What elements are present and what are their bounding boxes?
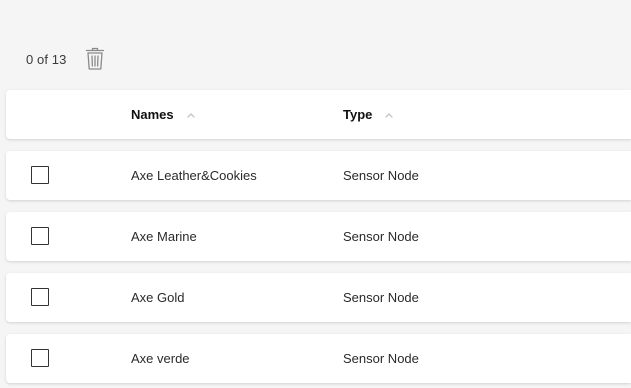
table-row[interactable]: Axe Gold Sensor Node: [6, 273, 631, 322]
name-cell: Axe verde: [131, 334, 190, 383]
name-cell: Axe Gold: [131, 273, 184, 322]
table-header: Names Type: [6, 90, 631, 139]
table-row[interactable]: Axe Leather&Cookies Sensor Node: [6, 151, 631, 200]
trash-icon: [86, 47, 105, 70]
device-name: Axe Gold: [131, 290, 185, 305]
type-cell: Sensor Node: [343, 151, 419, 200]
type-cell: Sensor Node: [343, 334, 419, 383]
type-cell: Sensor Node: [343, 273, 419, 322]
device-name: Axe Leather&Cookies: [131, 168, 257, 183]
table-row[interactable]: Axe Marine Sensor Node: [6, 212, 631, 261]
device-name: Axe Marine: [131, 229, 197, 244]
device-type: Sensor Node: [343, 351, 419, 366]
selection-count: 0 of 13: [26, 51, 67, 67]
name-cell: Axe Marine: [131, 212, 197, 261]
table-toolbar: 0 of 13: [26, 44, 106, 74]
row-checkbox[interactable]: [31, 227, 49, 245]
column-header-type[interactable]: Type: [343, 90, 394, 139]
name-cell: Axe Leather&Cookies: [131, 151, 257, 200]
device-type: Sensor Node: [343, 168, 419, 183]
column-header-label[interactable]: Type: [343, 107, 372, 122]
device-type: Sensor Node: [343, 229, 419, 244]
device-name: Axe verde: [131, 351, 190, 366]
chevron-up-icon[interactable]: [384, 110, 394, 120]
row-checkbox[interactable]: [31, 166, 49, 184]
table-row[interactable]: Axe verde Sensor Node: [6, 334, 631, 383]
column-header-label[interactable]: Names: [131, 107, 174, 122]
type-cell: Sensor Node: [343, 212, 419, 261]
chevron-up-icon[interactable]: [186, 110, 196, 120]
device-type: Sensor Node: [343, 290, 419, 305]
delete-button[interactable]: [84, 46, 106, 72]
row-checkbox[interactable]: [31, 288, 49, 306]
column-header-names[interactable]: Names: [131, 90, 196, 139]
row-checkbox[interactable]: [31, 349, 49, 367]
